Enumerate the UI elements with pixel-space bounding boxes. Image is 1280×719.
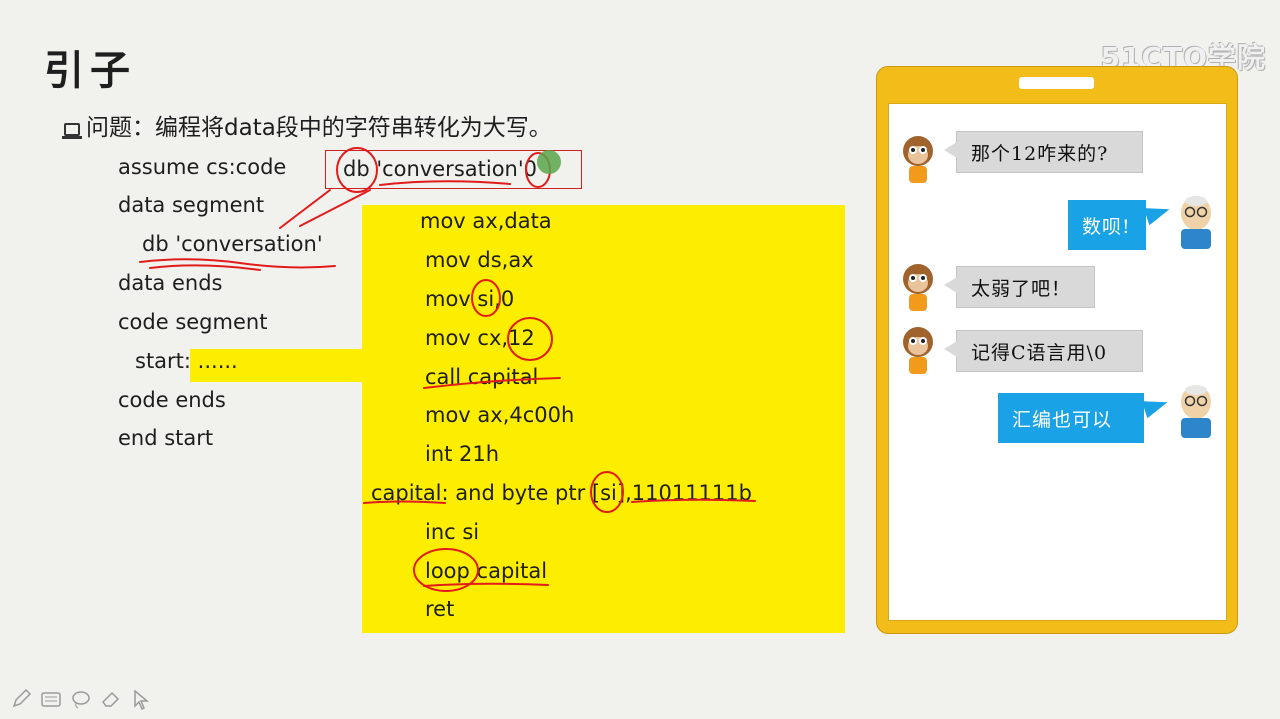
old-man-avatar-icon [1181, 385, 1211, 438]
code-line: inc si [425, 520, 480, 544]
code-line: code segment [118, 310, 268, 334]
db-keyword: db [343, 157, 370, 181]
code-line: mov ds,ax [425, 248, 534, 272]
ink-connector [299, 189, 371, 227]
ink-connector [279, 189, 331, 229]
code-line: assume cs:code [118, 155, 287, 179]
db-string: 'conversation' [376, 157, 524, 181]
ink-underline-db [139, 258, 336, 269]
pen-icon[interactable] [10, 688, 32, 710]
monkey-avatar-icon [903, 136, 933, 183]
code-line: ret [425, 597, 455, 621]
chat-bubble-left: 那个12咋来的? [944, 131, 1143, 173]
code-line: end start [118, 426, 214, 450]
monkey-avatar-icon [903, 264, 933, 311]
question-text: 问题：编程将data段中的字符串转化为大写。 [86, 115, 552, 141]
code-line: call capital [425, 365, 539, 389]
pointer-icon[interactable] [130, 688, 152, 710]
laptop-bullet-icon [62, 123, 82, 139]
eraser-icon[interactable] [100, 688, 122, 710]
code-line: int 21h [425, 442, 500, 466]
code-line: data ends [118, 271, 223, 295]
chat-bubble-left: 记得C语言用\0 [944, 330, 1143, 372]
code-line: mov si,0 [425, 287, 515, 311]
monkey-avatar-icon [903, 327, 933, 374]
old-man-avatar-icon [1181, 196, 1211, 249]
code-line: mov ax,data [420, 209, 552, 233]
code-line: start: ...... [135, 349, 238, 373]
code-line: code ends [118, 388, 226, 412]
code-line: db 'conversation' [142, 232, 323, 256]
code-line: loop capital [425, 559, 548, 583]
slide-title: 引子 [44, 47, 136, 94]
code-line: mov ax,4c00h [425, 403, 575, 427]
code-line: data segment [118, 193, 265, 217]
phone-speaker [1019, 77, 1094, 89]
keyboard-icon[interactable] [40, 688, 62, 710]
db-zero: 0 [523, 157, 538, 181]
lasso-icon[interactable] [70, 688, 92, 710]
code-line: capital: and byte ptr [si],11011111b [371, 481, 752, 505]
question-line: 问题：编程将data段中的字符串转化为大写。 [62, 108, 552, 142]
code-line: mov cx,12 [425, 326, 535, 350]
chat-bubble-left: 太弱了吧！ [944, 266, 1095, 308]
db-annotation-text: db 'conversation'0 [343, 157, 537, 181]
ink-underline-db-2 [149, 264, 261, 271]
presentation-toolbar [10, 688, 152, 710]
chat-bubble-right: 数呗! [1068, 200, 1146, 250]
chat-bubble-right: 汇编也可以 [998, 393, 1144, 443]
